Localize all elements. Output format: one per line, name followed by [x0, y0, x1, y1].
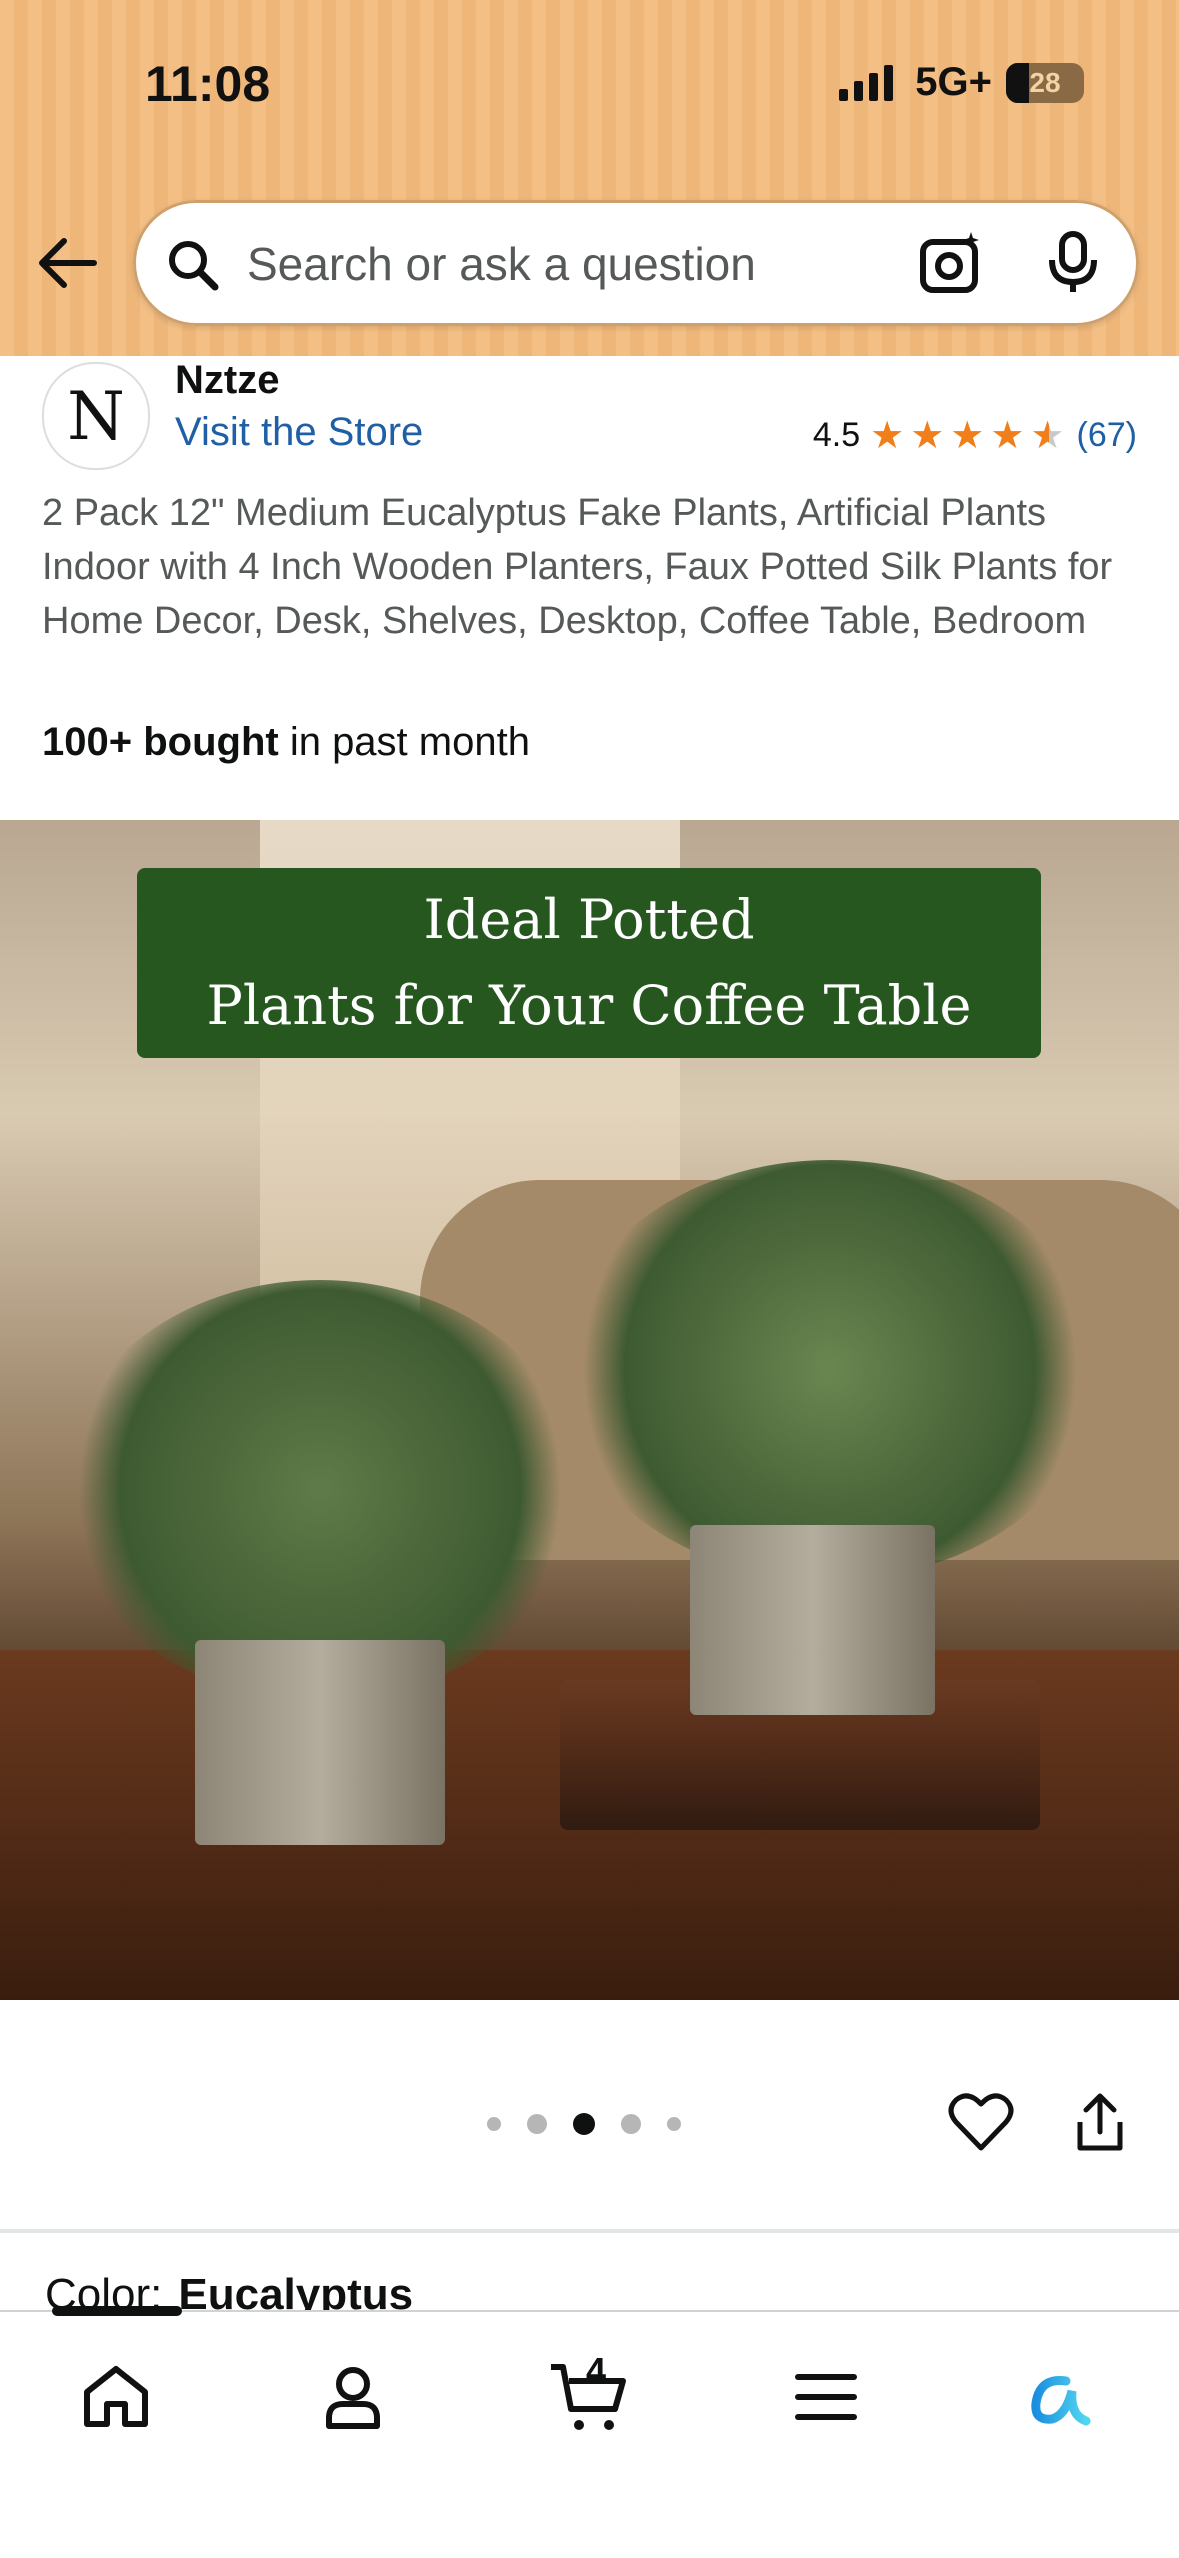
nav-menu[interactable] [776, 2352, 876, 2442]
plant-leaves-right [560, 1160, 1100, 1580]
wooden-planter-right [690, 1525, 935, 1715]
brand-logo-glyph: N [67, 377, 125, 455]
active-tab-indicator [52, 2306, 182, 2316]
nav-cart[interactable]: 4 [540, 2350, 640, 2442]
brand-logo[interactable]: N [42, 362, 150, 470]
wooden-planter-left [195, 1640, 445, 1845]
home-icon [84, 2366, 148, 2427]
share-icon[interactable] [1072, 2092, 1128, 2154]
nav-home[interactable] [66, 2352, 166, 2442]
bought-count-bold: 100+ bought [42, 720, 279, 764]
image-carousel-dots [487, 2113, 681, 2135]
nav-account[interactable] [303, 2352, 403, 2442]
status-time: 11:08 [145, 56, 271, 112]
cart-count-badge: 4 [586, 2350, 607, 2391]
product-title: 2 Pack 12" Medium Eucalyptus Fake Plants… [42, 492, 1113, 642]
search-bar[interactable] [133, 200, 1139, 326]
menu-icon [795, 2374, 857, 2420]
section-divider [0, 2229, 1179, 2233]
nav-rufus[interactable] [1012, 2352, 1112, 2442]
product-image[interactable]: Ideal Potted Plants for Your Coffee Tabl… [0, 820, 1179, 2000]
image-banner-line1: Ideal Potted [423, 888, 755, 951]
battery-icon: 28 [1006, 62, 1084, 103]
battery-level: 28 [1029, 66, 1061, 98]
star-icon: ★ [990, 414, 1025, 457]
star-icon: ★ [910, 414, 945, 457]
bought-count: 100+ bought in past month [42, 720, 530, 765]
back-arrow-icon[interactable] [32, 228, 102, 298]
search-icon [169, 241, 219, 291]
visit-store-link[interactable]: Visit the Store [175, 410, 423, 455]
microphone-icon[interactable] [1043, 230, 1103, 296]
star-half-icon: ★ [1030, 414, 1065, 457]
bottom-navigation: 4 [0, 2306, 1179, 2558]
carousel-dot[interactable] [487, 2117, 501, 2131]
carousel-dot[interactable] [527, 2114, 547, 2134]
review-count: (67) [1076, 416, 1137, 454]
bought-count-rest: in past month [278, 720, 530, 764]
carousel-dot-active[interactable] [573, 2113, 595, 2135]
top-header: 11:08 5G+ 28 [0, 0, 1179, 356]
heart-icon[interactable] [948, 2090, 1014, 2152]
carousel-dot[interactable] [667, 2117, 681, 2131]
search-input[interactable] [245, 230, 1009, 298]
carousel-dot[interactable] [621, 2114, 641, 2134]
rating-summary[interactable]: 4.5 ★ ★ ★ ★ ★ (67) [813, 416, 1137, 455]
network-label: 5G+ [915, 60, 992, 104]
star-icon: ★ [950, 414, 985, 457]
image-banner: Ideal Potted Plants for Your Coffee Tabl… [137, 868, 1041, 1058]
status-indicators: 5G+ 28 [837, 60, 1084, 105]
plant-leaves-left [60, 1280, 580, 1700]
camera-lens-icon[interactable] [919, 230, 985, 296]
signal-icon [839, 64, 894, 101]
rating-value: 4.5 [812, 416, 861, 454]
star-icon: ★ [870, 414, 905, 457]
image-banner-line2: Plants for Your Coffee Table [206, 974, 972, 1037]
rufus-icon [1031, 2375, 1091, 2426]
account-icon [326, 2367, 380, 2429]
brand-name: Nztze [175, 358, 280, 402]
